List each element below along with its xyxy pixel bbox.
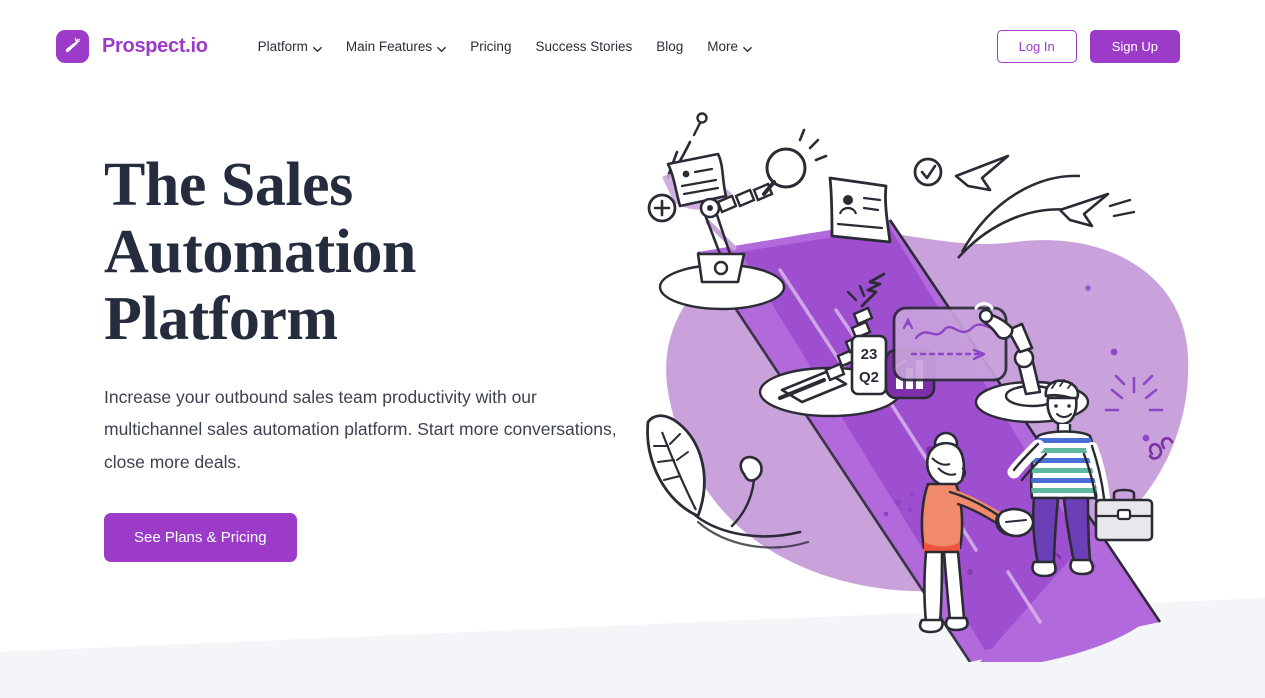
- hero-title-line-3: Platform: [104, 284, 338, 353]
- login-button[interactable]: Log In: [996, 29, 1077, 63]
- hero-illustration: 23 Q2: [640, 102, 1200, 663]
- chevron-down-icon: [313, 42, 322, 52]
- see-plans-pricing-button[interactable]: See Plans & Pricing: [104, 512, 297, 562]
- nav-item-pricing[interactable]: Pricing: [458, 31, 523, 62]
- nav-item-label: Success Stories: [535, 38, 633, 54]
- nav-item-platform[interactable]: Platform: [246, 31, 334, 62]
- page-title: The Sales Automation Platform: [104, 152, 664, 353]
- date-card-quarter: Q2: [859, 369, 879, 386]
- main-navigation: Platform Main Features Pricing Success S…: [246, 31, 764, 62]
- nav-item-more[interactable]: More: [695, 31, 764, 62]
- date-card-year: 23: [861, 346, 878, 363]
- site-header: Prospect.io Platform Main Features Prici…: [0, 0, 1265, 92]
- carrot-logo-icon: [56, 29, 89, 63]
- hero-section: The Sales Automation Platform Increase y…: [0, 92, 1265, 698]
- nav-item-main-features[interactable]: Main Features: [334, 31, 458, 62]
- hero-subtitle: Increase your outbound sales team produc…: [104, 386, 617, 472]
- hero-copy: The Sales Automation Platform Increase y…: [104, 152, 664, 562]
- auth-actions: Log In Sign Up: [996, 29, 1180, 63]
- nav-item-label: Blog: [656, 38, 684, 54]
- brand-name: Prospect.io: [102, 34, 208, 57]
- handshake: [996, 507, 1035, 538]
- signup-button[interactable]: Sign Up: [1089, 29, 1180, 63]
- check-mark-badge: [913, 157, 943, 187]
- brand-logo[interactable]: Prospect.io: [56, 29, 208, 63]
- nav-item-label: More: [707, 38, 739, 54]
- contact-card: [828, 176, 892, 244]
- hero-title-line-1: The Sales: [104, 151, 353, 219]
- nav-item-label: Main Features: [345, 38, 433, 54]
- chevron-down-icon: [743, 42, 752, 52]
- hero-title-line-2: Automation: [104, 217, 416, 286]
- chevron-down-icon: [437, 42, 447, 52]
- nav-item-label: Platform: [257, 38, 308, 54]
- date-card: 23 Q2: [850, 334, 888, 396]
- nav-item-success-stories[interactable]: Success Stories: [523, 31, 644, 62]
- nav-item-label: Pricing: [470, 38, 512, 54]
- nav-item-blog[interactable]: Blog: [644, 31, 695, 62]
